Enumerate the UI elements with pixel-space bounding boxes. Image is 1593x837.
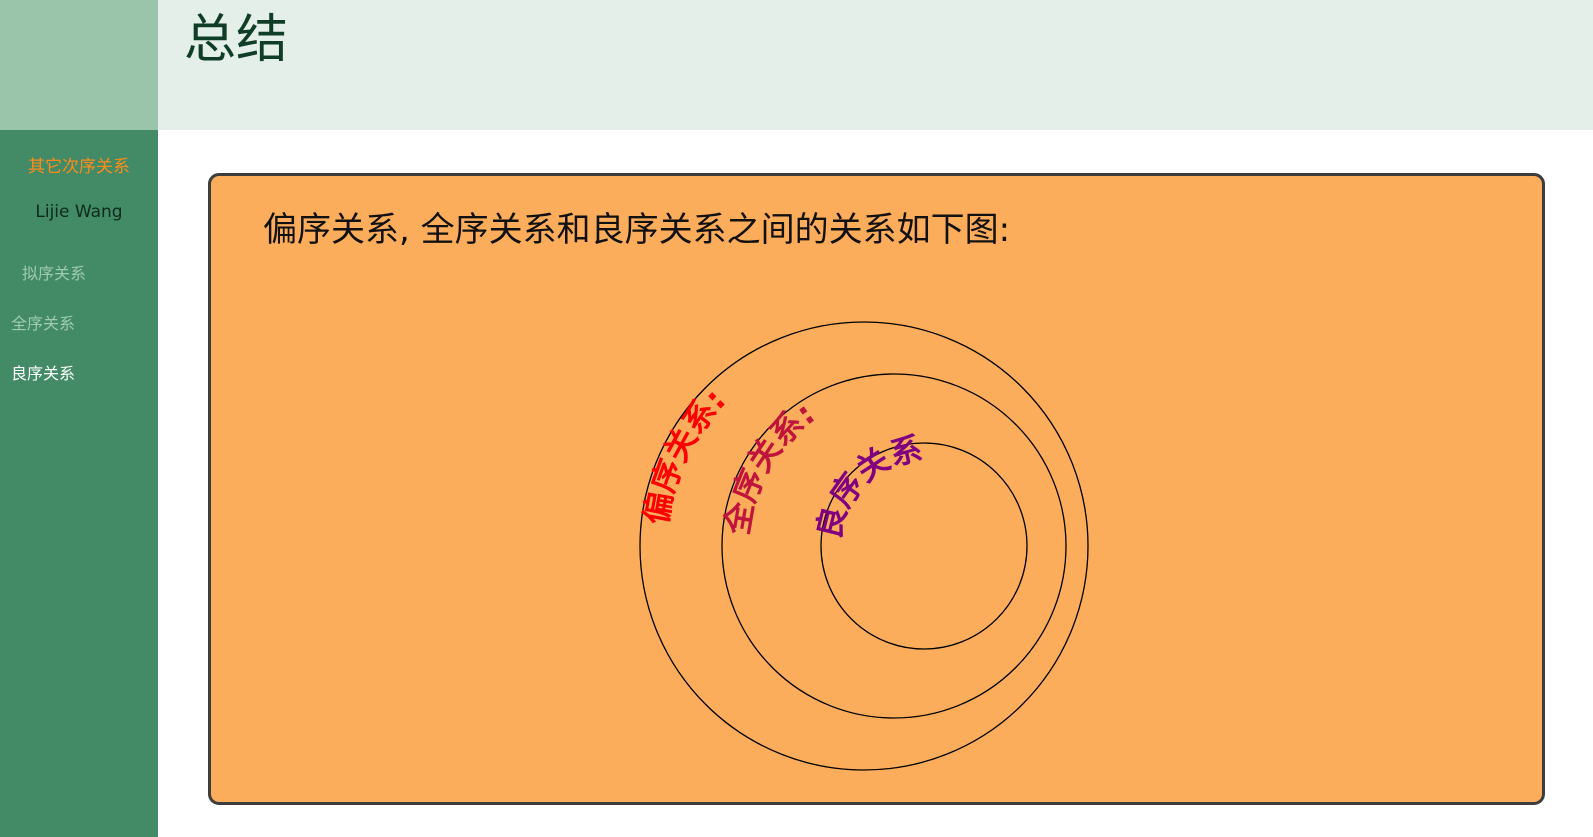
partial-order-label: 偏序关系: <box>637 381 733 527</box>
order-relations-diagram: 偏序关系: 全序关系: 良序关系: <box>211 176 1089 771</box>
sidebar-item-well-order[interactable]: 良序关系 <box>11 360 75 384</box>
total-order-label: 全序关系: <box>718 394 822 538</box>
sidebar-item-total-order[interactable]: 全序关系 <box>11 310 75 334</box>
sidebar-item-quasi-order[interactable]: 拟序关系 <box>22 260 86 284</box>
author-name: Lijie Wang <box>35 202 123 222</box>
well-order-label: 良序关系: <box>211 176 926 543</box>
content-frame: 偏序关系, 全序关系和良序关系之间的关系如下图: 偏序关系: 全序关系: 良序关… <box>208 173 1545 805</box>
section-title[interactable]: 其它次序关系 <box>0 152 158 177</box>
page-title: 总结 <box>184 10 289 70</box>
header: 总结 <box>158 0 1593 130</box>
sidebar-logo-area <box>0 0 158 130</box>
sidebar: 其它次序关系 Lijie Wang 拟序关系 全序关系 良序关系 <box>0 130 158 837</box>
